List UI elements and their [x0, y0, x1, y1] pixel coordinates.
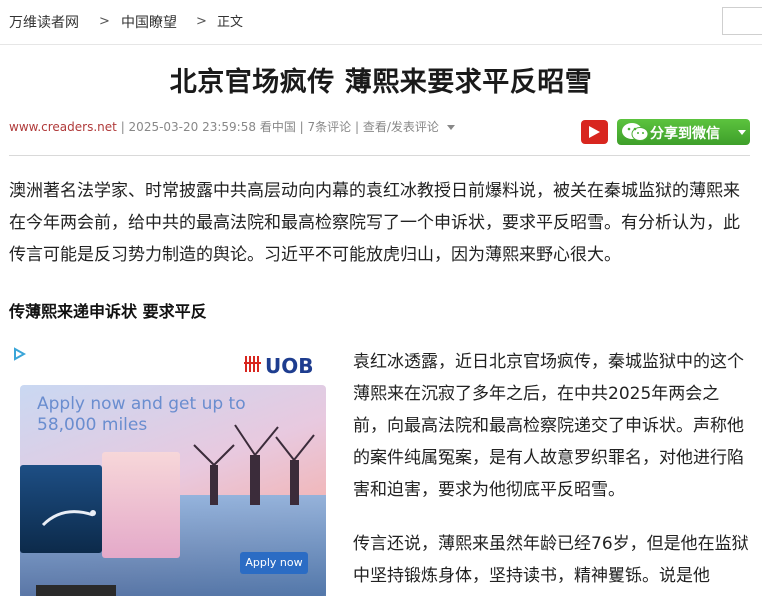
view-post-comments-link[interactable]: 查看/发表评论: [363, 120, 439, 134]
article-paragraph: 澳洲著名法学家、时常披露中共高层动向内幕的袁红冰教授日前爆料说，被关在秦城监狱的…: [9, 181, 740, 265]
divider: [9, 155, 750, 156]
breadcrumb-section-link[interactable]: 中国瞭望: [121, 14, 177, 32]
publish-date: 2025-03-20 23:59:58: [128, 120, 256, 134]
breadcrumb-bar: 万维读者网 > 中国瞭望 > 正文: [0, 0, 762, 45]
ad-headline: Apply now and get up to: [37, 394, 246, 414]
breadcrumb-home-link[interactable]: 万维读者网: [9, 14, 79, 32]
breadcrumb-current: 正文: [217, 15, 244, 30]
youtube-button[interactable]: [581, 120, 608, 144]
share-wechat-label: 分享到微信: [650, 126, 720, 142]
ad-headline-miles: 58,000 miles: [37, 415, 148, 435]
article-meta: www.creaders.net | 2025-03-20 23:59:58 看…: [9, 118, 455, 135]
chevron-down-icon: [738, 130, 746, 135]
breadcrumb-separator: >: [99, 14, 110, 29]
meta-divider: |: [299, 120, 308, 134]
ad-card-strip: [36, 585, 116, 596]
article-source: 看中国: [259, 120, 296, 134]
site-link[interactable]: www.creaders.net: [9, 120, 117, 134]
play-icon: [589, 126, 600, 138]
ad-photo-yoga: [102, 452, 180, 558]
page-title: 北京官场疯传 薄熙来要求平反昭雪: [169, 67, 593, 98]
ad-figure-illustration: [41, 510, 96, 527]
article-subheading: 传薄熙来递申诉状 要求平反: [9, 302, 207, 321]
ad-apply-button[interactable]: Apply now: [240, 552, 308, 574]
comment-count-link[interactable]: 7条评论: [308, 120, 352, 134]
uob-logo-icon: [244, 355, 264, 373]
meta-divider: |: [355, 120, 363, 134]
share-wechat-button[interactable]: 分享到微信: [617, 119, 750, 145]
ad-windmill-illustration: [193, 424, 315, 505]
wechat-icon: [622, 123, 649, 141]
search-input[interactable]: [722, 7, 762, 35]
ad-brand: UOB: [265, 354, 314, 378]
chevron-down-icon[interactable]: [446, 125, 455, 130]
article-paragraph: 袁红冰透露，近日北京官场疯传，秦城监狱中的这个薄熙来在沉寂了多年之后，在中共20…: [353, 352, 744, 500]
meta-divider: |: [120, 120, 129, 134]
article-paragraph: 传言还说，薄熙来虽然年龄已经76岁，但是他在监狱中坚持锻炼身体，坚持读书，精神矍…: [353, 534, 749, 586]
advertisement-banner[interactable]: UOB Apply now and get up to 58,000 miles…: [20, 345, 326, 596]
breadcrumb-separator: >: [196, 14, 207, 29]
